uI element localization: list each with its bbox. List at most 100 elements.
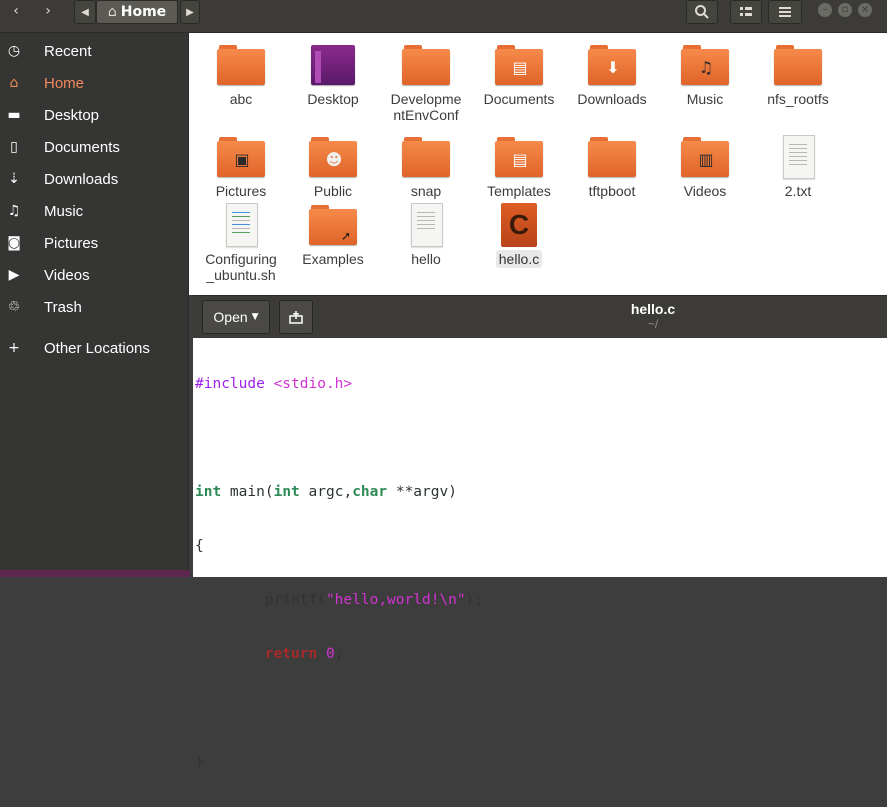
maximize-button[interactable]: ▫	[838, 3, 852, 17]
file-item-snap[interactable]: snap	[379, 125, 473, 199]
sidebar-item-home[interactable]: ⌂ Home	[0, 67, 188, 99]
file-name: Videos	[683, 183, 727, 199]
file-name: hello.c	[495, 250, 543, 268]
editor-headerbar: Open ▼ hello.c ~/	[193, 295, 887, 338]
caret-left-icon: ◀	[81, 6, 89, 18]
hamburger-icon	[779, 7, 791, 17]
number-literal: 0	[325, 646, 335, 662]
sidebar-item-pictures[interactable]: ◙ Pictures	[0, 227, 188, 259]
video-icon: ▶	[8, 267, 20, 283]
file-name: 2.txt	[784, 183, 812, 199]
string-literal: "hello,world!\n"	[325, 592, 466, 608]
view-toggle-button[interactable]	[730, 0, 762, 24]
file-item-configuring-ubuntu-sh[interactable]: Configuring _ubuntu.sh	[194, 199, 288, 283]
maximize-icon: ▫	[841, 4, 849, 15]
file-item-2-txt[interactable]: 2.txt	[751, 125, 845, 199]
file-name: Developme	[390, 91, 462, 107]
code-line-8: }	[195, 753, 483, 771]
videos-folder-icon: ▥	[681, 135, 729, 179]
sidebar-item-recent[interactable]: ◷ Recent	[0, 35, 188, 67]
sidebar-item-label: Home	[44, 74, 85, 92]
file-name: Templates	[487, 183, 551, 199]
sidebar-item-label: Desktop	[44, 106, 100, 124]
plus-icon: +	[8, 340, 20, 356]
code-text[interactable]: #include <stdio.h> int main(int argc,cha…	[195, 339, 483, 807]
code-line-4: {	[195, 537, 483, 555]
code-token: }	[195, 754, 204, 770]
file-item-pictures[interactable]: ▣ Pictures	[194, 125, 288, 199]
sidebar-item-label: Trash	[44, 298, 82, 316]
text-file-icon	[402, 203, 450, 247]
back-button[interactable]: ‹	[4, 0, 28, 22]
file-item-examples[interactable]: ➚ Examples	[286, 199, 380, 267]
search-button[interactable]	[686, 0, 718, 24]
file-item-hello[interactable]: hello	[379, 199, 473, 267]
file-item-templates[interactable]: ▤ Templates	[472, 125, 566, 199]
file-item-developmentenvconf[interactable]: Developme ntEnvConf	[379, 33, 473, 123]
file-name: Documents	[483, 91, 555, 107]
desktop-folder-icon	[309, 43, 357, 87]
type-keyword: int	[195, 484, 222, 500]
path-home-button[interactable]: ⌂ Home	[96, 0, 178, 24]
file-item-hello-c[interactable]: C hello.c	[472, 199, 566, 268]
path-scroll-right-button[interactable]: ▶	[180, 0, 200, 24]
file-item-tftpboot[interactable]: tftpboot	[565, 125, 659, 199]
menu-button[interactable]	[768, 0, 802, 24]
music-folder-icon: ♫	[681, 43, 729, 87]
document-path: ~/	[647, 317, 659, 331]
file-item-documents[interactable]: ▤ Documents	[472, 33, 566, 107]
forward-button[interactable]: ›	[36, 0, 60, 22]
preprocessor-token: #include	[195, 376, 265, 392]
file-name: Pictures	[215, 183, 267, 199]
file-name: Public	[313, 183, 353, 199]
download-arrow-icon: ⬇	[606, 58, 620, 77]
code-token: main(	[221, 484, 274, 500]
sidebar-item-trash[interactable]: ♲ Trash	[0, 291, 188, 323]
code-editor[interactable]: #include <stdio.h> int main(int argc,cha…	[193, 338, 887, 770]
link-folder-icon: ➚	[309, 203, 357, 247]
file-item-desktop[interactable]: Desktop	[286, 33, 380, 107]
text-file-icon	[774, 135, 822, 179]
sidebar-item-downloads[interactable]: ⇣ Downloads	[0, 163, 188, 195]
trash-icon: ♲	[7, 299, 21, 315]
sidebar-item-label: Music	[44, 202, 84, 220]
sidebar-item-videos[interactable]: ▶ Videos	[0, 259, 188, 291]
sidebar-item-documents[interactable]: ▯ Documents	[0, 131, 188, 163]
symlink-arrow-icon: ➚	[340, 229, 352, 243]
chevron-right-icon: ›	[45, 3, 51, 19]
code-token: **argv)	[387, 484, 457, 500]
minimize-button[interactable]: –	[818, 3, 832, 17]
dropdown-arrow-icon: ▼	[251, 312, 259, 322]
document-emblem-icon: ▤	[512, 58, 528, 77]
file-name: nfs_rootfs	[767, 91, 829, 107]
sidebar-item-label: Recent	[44, 42, 92, 60]
places-sidebar: ◷ Recent ⌂ Home ▬ Desktop ▯ Documents ⇣ …	[0, 33, 189, 577]
music-icon: ♫	[7, 203, 21, 219]
sidebar-item-desktop[interactable]: ▬ Desktop	[0, 99, 188, 131]
type-keyword: char	[352, 484, 388, 500]
film-emblem-icon: ▥	[698, 150, 714, 169]
document-icon: ▯	[10, 139, 18, 155]
file-name: Examples	[302, 251, 364, 267]
file-item-public[interactable]: ☻ Public	[286, 125, 380, 199]
path-scroll-left-button[interactable]: ◀	[74, 0, 96, 24]
code-line-5: printf("hello,world!\n");	[195, 591, 483, 609]
file-item-music[interactable]: ♫ Music	[658, 33, 752, 107]
chevron-left-icon: ‹	[13, 3, 19, 19]
clock-icon: ◷	[7, 43, 21, 59]
open-button[interactable]: Open ▼	[202, 300, 270, 334]
close-button[interactable]: ×	[858, 3, 872, 17]
new-document-button[interactable]	[279, 300, 313, 334]
sidebar-item-music[interactable]: ♫ Music	[0, 195, 188, 227]
file-item-downloads[interactable]: ⬇ Downloads	[565, 33, 659, 107]
file-item-nfs-rootfs[interactable]: nfs_rootfs	[751, 33, 845, 107]
file-item-videos[interactable]: ▥ Videos	[658, 125, 752, 199]
file-name: Configuring	[205, 251, 277, 267]
sidebar-item-other-locations[interactable]: + Other Locations	[0, 332, 188, 364]
list-view-icon	[740, 7, 752, 16]
file-item-abc[interactable]: abc	[194, 33, 288, 107]
file-name: Downloads	[577, 91, 647, 107]
c-source-file-icon: C	[495, 203, 543, 247]
